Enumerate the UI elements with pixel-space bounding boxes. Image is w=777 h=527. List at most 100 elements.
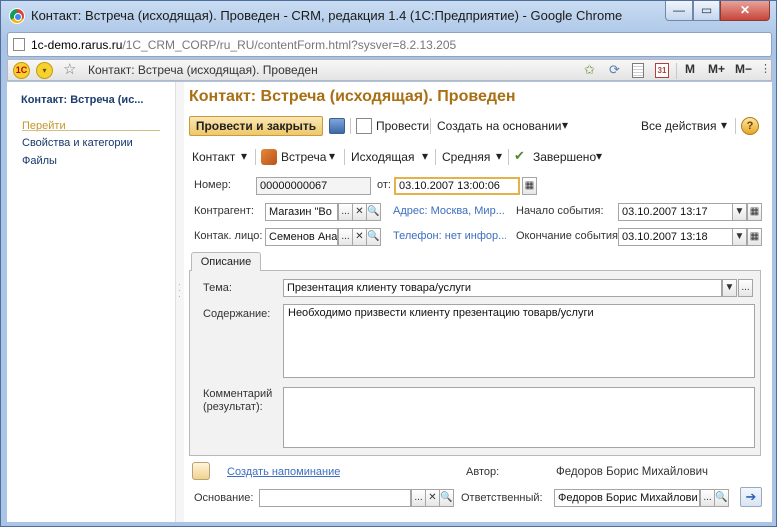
menu-down-icon[interactable]: ▾ (36, 62, 53, 79)
basis-clear-icon[interactable]: ✕ (425, 489, 440, 507)
sidebar-divider (22, 130, 160, 131)
create-reminder-link[interactable]: Создать напоминание (227, 466, 340, 478)
toolbar-separator (676, 63, 677, 79)
basis-select-button[interactable]: ... (411, 489, 426, 507)
maximize-button[interactable]: ▭ (693, 1, 720, 21)
memory-plus-button[interactable]: M+ (708, 62, 725, 76)
toolbar-more-icon[interactable]: ⋮ (760, 62, 771, 75)
counterparty-label: Контрагент: (194, 205, 254, 217)
sidebar-item-properties[interactable]: Свойства и категории (22, 137, 133, 149)
responsible-search-icon[interactable]: 🔍 (714, 489, 729, 507)
basis-search-icon[interactable]: 🔍 (439, 489, 454, 507)
panel-splitter[interactable]: · · · (175, 82, 184, 522)
tab-description[interactable]: Описание (191, 252, 261, 271)
basis-field[interactable] (259, 489, 411, 507)
contact-person-label: Контак. лицо: (194, 230, 263, 242)
sidebar-item-files[interactable]: Файлы (22, 155, 57, 167)
chevron-down-icon[interactable]: ▾ (422, 149, 428, 163)
subject-select-button[interactable]: ... (738, 279, 753, 297)
form-panel: Контакт: Встреча (исходящая). Проведен П… (184, 82, 772, 522)
start-datetime-field[interactable]: 03.10.2007 13:17 (618, 203, 733, 221)
contact-person-field[interactable]: Семенов Ана (265, 228, 338, 246)
content-label: Содержание: (203, 308, 271, 320)
contact-menu[interactable]: Контакт (192, 150, 235, 164)
number-label: Номер: (194, 179, 231, 191)
reminder-alarm-icon[interactable] (192, 462, 210, 480)
url-domain: 1c-demo.rarus.ru (31, 38, 123, 52)
1c-logo-icon[interactable]: 1С (13, 62, 30, 79)
address-link[interactable]: Адрес: Москва, Мир... (393, 205, 506, 217)
start-dropdown-icon[interactable]: ▼ (732, 203, 747, 221)
comment-label: Комментарий (результат): (203, 388, 273, 413)
responsible-label: Ответственный: (461, 492, 543, 504)
address-bar[interactable]: 1c-demo.rarus.ru/1C_CRM_CORP/ru_RU/conte… (7, 32, 772, 57)
chevron-down-icon[interactable]: ▾ (496, 149, 502, 163)
number-field[interactable]: 00000000067 (256, 177, 371, 195)
contact-person-select-button[interactable]: ... (338, 228, 353, 246)
responsible-field[interactable]: Федоров Борис Михайлови (554, 489, 700, 507)
help-button[interactable]: ? (741, 117, 759, 135)
history-icon[interactable]: ⟳ (609, 62, 620, 78)
favorites-add-icon[interactable]: ✩ (584, 62, 595, 78)
toolbar-separator (430, 118, 431, 134)
window-title: Контакт: Встреча (исходящая). Проведен -… (31, 8, 623, 23)
meeting-type-menu[interactable]: Встреча (281, 150, 326, 164)
save-icon[interactable] (329, 118, 345, 134)
memory-button[interactable]: M (685, 62, 695, 76)
counterparty-clear-icon[interactable]: ✕ (352, 203, 367, 221)
contact-person-clear-icon[interactable]: ✕ (352, 228, 367, 246)
handshake-icon (261, 149, 277, 165)
counterparty-select-button[interactable]: ... (338, 203, 353, 221)
content-textarea[interactable]: Необходимо призвести клиенту презентацию… (283, 304, 755, 378)
url-text[interactable]: 1c-demo.rarus.ru/1C_CRM_CORP/ru_RU/conte… (31, 38, 456, 52)
date-field[interactable]: 03.10.2007 13:00:06 (394, 177, 520, 195)
calendar-icon[interactable]: 31 (655, 63, 669, 78)
chevron-down-icon[interactable]: ▾ (329, 149, 335, 163)
counterparty-search-icon[interactable]: 🔍 (366, 203, 381, 221)
app-page-title: Контакт: Встреча (исходящая). Проведен (88, 63, 318, 77)
subject-dropdown-icon[interactable]: ▼ (722, 279, 737, 297)
calculator-icon[interactable] (632, 63, 644, 78)
chevron-down-icon[interactable]: ▾ (721, 118, 727, 132)
minimize-button[interactable]: — (665, 1, 693, 21)
author-value: Федоров Борис Михайлович (556, 466, 708, 478)
comment-textarea[interactable] (283, 387, 755, 448)
title-bar: Контакт: Встреча (исходящая). Проведен -… (1, 1, 777, 31)
responsible-select-button[interactable]: ... (700, 489, 715, 507)
priority-menu[interactable]: Средняя (442, 150, 490, 164)
phone-link[interactable]: Телефон: нет инфор... (393, 230, 506, 242)
chevron-down-icon[interactable]: ▾ (596, 149, 602, 163)
state-menu[interactable]: Завершено (533, 150, 596, 164)
direction-menu[interactable]: Исходящая (351, 150, 414, 164)
content-area: Контакт: Встреча (ис... Перейти Свойства… (7, 82, 772, 522)
favorite-star-icon[interactable]: ☆ (63, 60, 76, 78)
sidebar: Контакт: Встреча (ис... Перейти Свойства… (7, 82, 175, 522)
all-actions-button[interactable]: Все действия (641, 119, 716, 133)
start-calendar-icon[interactable]: ▦ (747, 203, 762, 221)
memory-minus-button[interactable]: M− (735, 62, 752, 76)
end-datetime-field[interactable]: 03.10.2007 13:18 (618, 228, 733, 246)
send-arrow-icon[interactable]: ➔ (740, 487, 762, 507)
completed-check-icon: ✔ (514, 148, 525, 163)
subject-field[interactable]: Презентация клиенту товара/услуги (283, 279, 722, 297)
close-button[interactable]: ✕ (720, 1, 770, 21)
page-icon (13, 38, 25, 51)
chevron-down-icon[interactable]: ▾ (562, 118, 568, 132)
contact-person-search-icon[interactable]: 🔍 (366, 228, 381, 246)
counterparty-field[interactable]: Магазин "Во (265, 203, 338, 221)
post-button[interactable]: Провести (376, 119, 429, 133)
app-toolbar: 1С ▾ ☆ Контакт: Встреча (исходящая). Про… (7, 59, 772, 81)
sidebar-title[interactable]: Контакт: Встреча (ис... (21, 94, 171, 106)
toolbar-separator (255, 149, 256, 165)
end-label: Окончание события: (516, 230, 622, 242)
chevron-down-icon[interactable]: ▾ (241, 149, 247, 163)
calendar-picker-icon[interactable]: ▦ (522, 177, 537, 195)
end-calendar-icon[interactable]: ▦ (747, 228, 762, 246)
subject-label: Тема: (203, 282, 232, 294)
author-label: Автор: (466, 466, 500, 478)
date-label: от: (377, 179, 391, 191)
toolbar-separator (344, 149, 345, 165)
create-based-on-button[interactable]: Создать на основании (437, 119, 562, 133)
end-dropdown-icon[interactable]: ▼ (732, 228, 747, 246)
post-and-close-button[interactable]: Провести и закрыть (189, 116, 323, 136)
